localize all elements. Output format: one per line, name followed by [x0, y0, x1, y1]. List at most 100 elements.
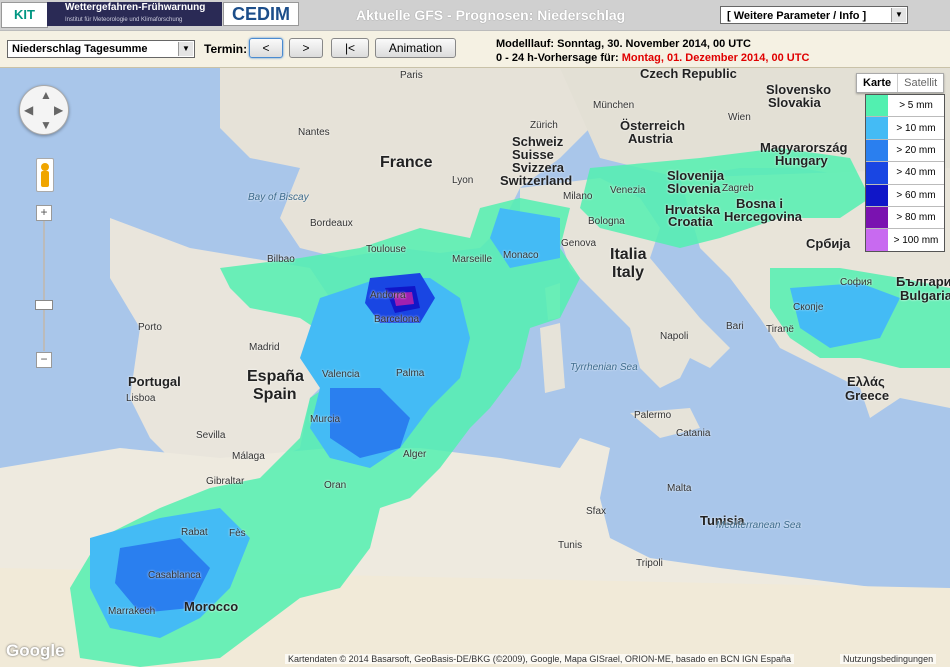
map-canvas[interactable]: France España Spain Italia Italy Portuga… — [0, 68, 950, 667]
legend-label: > 60 mm — [896, 189, 936, 201]
label-barcelona: Barcelona — [374, 314, 420, 325]
parameter-select-value: [ Weitere Parameter / Info ] — [727, 10, 867, 22]
label-rabat: Rabat — [181, 527, 208, 538]
label-murcia: Murcia — [310, 414, 341, 425]
kit-logo[interactable]: KIT — [1, 2, 48, 28]
legend-row: > 5 mm — [866, 95, 944, 118]
label-casablanca: Casablanca — [148, 570, 201, 581]
label-italy: Italy — [612, 264, 645, 281]
label-sevilla: Sevilla — [196, 430, 226, 441]
map-type-control: Karte Satellit — [856, 73, 945, 93]
previous-time-button[interactable]: < — [249, 38, 283, 58]
first-time-button[interactable]: |< — [331, 38, 369, 58]
legend-row: > 20 mm — [866, 139, 944, 163]
label-austria: Austria — [628, 131, 673, 146]
label-lisboa: Lisboa — [126, 393, 156, 404]
pan-up-icon[interactable]: ▲ — [40, 88, 52, 102]
map-type-satellit[interactable]: Satellit — [897, 74, 943, 92]
product-select[interactable]: Niederschlag Tagesumme ▼ — [7, 40, 195, 58]
legend-label: > 10 mm — [896, 122, 936, 134]
animation-button[interactable]: Animation — [375, 38, 456, 58]
label-gibraltar: Gibraltar — [206, 476, 245, 487]
label-genova: Genova — [561, 238, 597, 249]
zoom-slider-track[interactable] — [43, 221, 45, 351]
legend-label: > 40 mm — [896, 167, 936, 179]
legend-swatch — [866, 117, 888, 139]
pan-down-icon[interactable]: ▼ — [40, 118, 52, 132]
legend-row: > 100 mm — [866, 229, 944, 251]
legend-swatch — [866, 95, 888, 117]
header-bar: KIT Wettergefahren-Frühwarnung Institut … — [0, 0, 950, 31]
forecast-prefix: 0 - 24 h-Vorhersage für: — [496, 52, 619, 64]
label-wien: Wien — [728, 112, 751, 123]
label-bologna: Bologna — [588, 216, 625, 227]
label-catania: Catania — [676, 428, 711, 439]
label-malta: Malta — [667, 483, 692, 494]
label-paris: Paris — [400, 70, 423, 81]
label-fes: Fès — [229, 528, 246, 539]
label-spain: Spain — [253, 386, 297, 403]
label-marrakech: Marrakech — [108, 606, 156, 617]
warnings-logo[interactable]: Wettergefahren-Frühwarnung Institut für … — [47, 2, 222, 26]
legend-label: > 5 mm — [899, 100, 933, 112]
label-alger: Alger — [403, 449, 427, 460]
label-tripoli: Tripoli — [636, 558, 663, 569]
label-monaco: Monaco — [503, 250, 539, 261]
google-logo[interactable]: Google — [6, 641, 65, 661]
label-lyon: Lyon — [452, 175, 474, 186]
parameter-select[interactable]: [ Weitere Parameter / Info ] ▼ — [720, 6, 908, 24]
zoom-out-button[interactable]: − — [36, 352, 52, 368]
legend-label: > 20 mm — [896, 144, 936, 156]
label-croatia: Croatia — [668, 214, 713, 229]
label-morocco: Morocco — [184, 599, 239, 614]
label-bari: Bari — [726, 321, 744, 332]
label-slovakia: Slovakia — [768, 95, 821, 110]
label-srbija: Србија — [806, 236, 851, 251]
pan-right-icon[interactable]: ▶ — [54, 103, 63, 117]
label-tyrrhenian-sea: Tyrrhenian Sea — [570, 362, 638, 373]
legend-swatch — [866, 139, 888, 162]
map-type-karte[interactable]: Karte — [857, 74, 897, 92]
precip-legend: > 5 mm > 10 mm > 20 mm > 40 mm > 60 mm > 80 m… — [865, 94, 945, 252]
legend-swatch — [866, 184, 888, 206]
termin-label: Termin: — [204, 42, 248, 56]
label-espana: España — [247, 368, 304, 385]
model-run-text: Modelllauf: Sonntag, 30. November 2014, … — [496, 38, 751, 50]
product-select-value: Niederschlag Tagesumme — [12, 43, 148, 55]
cedim-logo[interactable]: CEDIM — [223, 2, 299, 26]
map-attribution: Kartendaten © 2014 Basarsoft, GeoBasis-D… — [285, 654, 794, 664]
chevron-down-icon[interactable]: ▼ — [178, 42, 193, 56]
legend-row: > 40 mm — [866, 162, 944, 185]
legend-swatch — [866, 229, 888, 251]
label-venezia: Venezia — [610, 185, 646, 196]
zoom-in-button[interactable]: + — [36, 205, 52, 221]
zoom-slider-handle[interactable] — [35, 300, 53, 310]
label-nantes: Nantes — [298, 127, 330, 138]
label-switzerland: Switzerland — [500, 173, 573, 188]
pan-control[interactable]: ▲ ▼ ◀ ▶ — [19, 85, 69, 135]
terms-link[interactable]: Nutzungsbedingungen — [840, 654, 937, 664]
legend-row: > 10 mm — [866, 117, 944, 140]
label-madrid: Madrid — [249, 342, 280, 353]
land-sardinia — [540, 323, 565, 393]
forecast-range-text: 0 - 24 h-Vorhersage für: Montag, 01. Dez… — [496, 52, 809, 64]
label-ellas: Ελλάς — [847, 374, 885, 389]
pan-left-icon[interactable]: ◀ — [24, 103, 33, 117]
label-porto: Porto — [138, 322, 162, 333]
label-italia: Italia — [610, 246, 647, 263]
label-tirane: Tiranë — [766, 324, 794, 335]
label-bilbao: Bilbao — [267, 254, 295, 265]
label-palermo: Palermo — [634, 410, 672, 421]
legend-row: > 60 mm — [866, 184, 944, 207]
next-time-button[interactable]: > — [289, 38, 323, 58]
legend-row: > 80 mm — [866, 206, 944, 230]
label-hercegovina: Hercegovina — [724, 209, 803, 224]
chevron-down-icon[interactable]: ▼ — [891, 8, 906, 22]
toolbar: Niederschlag Tagesumme ▼ Termin: < > |< … — [0, 31, 950, 68]
warnings-logo-subtitle: Institut für Meteorologie und Klimaforsc… — [65, 17, 183, 23]
legend-label: > 100 mm — [893, 234, 939, 246]
label-bordeaux: Bordeaux — [310, 218, 353, 229]
label-tunis: Tunis — [558, 540, 583, 551]
street-view-pegman-icon[interactable] — [36, 158, 54, 192]
legend-label: > 80 mm — [896, 212, 936, 224]
